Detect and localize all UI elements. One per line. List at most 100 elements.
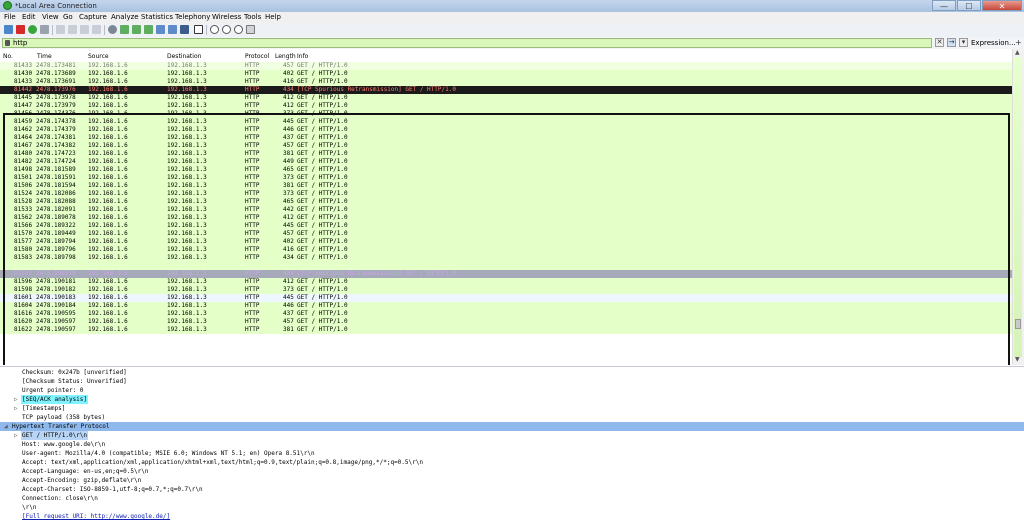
packet-row-selected[interactable]: 81442 2478.173976 192.168.1.6 192.168.1.3 HT…: [0, 86, 1012, 94]
detail-line[interactable]: ▷ [SEQ/ACK analysis]: [0, 395, 1024, 404]
packet-list-scrollbar[interactable]: ▲ ▼: [1012, 49, 1024, 365]
packet-row[interactable]: 81528 2478.182088 192.168.1.6 192.168.1.3 HT…: [0, 198, 1012, 206]
scroll-up-icon[interactable]: ▲: [1015, 49, 1020, 56]
packet-details[interactable]: Checksum: 0x247b [unverified] [Checksum S…: [0, 366, 1024, 527]
column-info[interactable]: Info: [297, 52, 308, 61]
column-source[interactable]: Source: [88, 52, 109, 61]
detail-line[interactable]: \r\n: [0, 503, 1024, 512]
packet-row[interactable]: 81580 2478.189796 192.168.1.6 192.168.1.3 HT…: [0, 246, 1012, 254]
close-button[interactable]: ✕: [982, 0, 1022, 11]
packet-row[interactable]: 81577 2478.189794 192.168.1.6 192.168.1.3 HT…: [0, 238, 1012, 246]
detail-line[interactable]: Host: www.google.de\r\n: [0, 440, 1024, 449]
expression-button[interactable]: Expression...: [971, 37, 1016, 49]
close-file-icon[interactable]: [80, 25, 89, 34]
menu-go[interactable]: Go: [63, 12, 73, 23]
start-capture-icon[interactable]: [4, 25, 13, 34]
packet-row[interactable]: 81501 2478.181591 192.168.1.6 192.168.1.3 HT…: [0, 174, 1012, 182]
open-file-icon[interactable]: [56, 25, 65, 34]
capture-options-icon[interactable]: [40, 25, 49, 34]
add-filter-button[interactable]: +: [1015, 37, 1022, 49]
go-back-icon[interactable]: [120, 25, 129, 34]
packet-row[interactable]: 81459 2478.174378 192.168.1.6 192.168.1.3 HT…: [0, 118, 1012, 126]
packet-row[interactable]: 81596 2478.190181 192.168.1.6 192.168.1.3 HT…: [0, 278, 1012, 286]
packet-row[interactable]: [0, 262, 1012, 270]
bookmark-icon[interactable]: [5, 40, 10, 46]
menu-analyze[interactable]: Analyze: [111, 12, 139, 23]
packet-row[interactable]: 81524 2478.182086 192.168.1.6 192.168.1.3 HT…: [0, 190, 1012, 198]
detail-line[interactable]: User-agent: Mozilla/4.0 (compatible; MSI…: [0, 449, 1024, 458]
column-length[interactable]: Length: [275, 52, 296, 61]
menu-help[interactable]: Help: [265, 12, 281, 23]
packet-row[interactable]: 81616 2478.190595 192.168.1.6 192.168.1.3 HT…: [0, 310, 1012, 318]
detail-line[interactable]: Accept-Charset: ISO-8859-1,utf-8;q=0.7,*…: [0, 485, 1024, 494]
packet-row[interactable]: 81592 2478.190179 192.168.1.6 192.168.1.3 HT…: [0, 270, 1012, 278]
packet-row[interactable]: 81447 2478.173979 192.168.1.6 192.168.1.3 HT…: [0, 102, 1012, 110]
menu-edit[interactable]: Edit: [22, 12, 36, 23]
go-to-packet-icon[interactable]: [144, 25, 153, 34]
zoom-out-icon[interactable]: [222, 25, 231, 34]
first-packet-icon[interactable]: [156, 25, 165, 34]
expanded-arrow-icon[interactable]: ◢: [4, 422, 8, 431]
packet-row[interactable]: 81480 2478.174723 192.168.1.6 192.168.1.3 HT…: [0, 150, 1012, 158]
packet-row[interactable]: 81456 2478.174376 192.168.1.6 192.168.1.3 HT…: [0, 110, 1012, 118]
packet-row[interactable]: 81562 2478.189078 192.168.1.6 192.168.1.3 HT…: [0, 214, 1012, 222]
packet-list[interactable]: No. Time Source Destination Protocol Len…: [0, 49, 1024, 365]
detail-line[interactable]: ◢ Hypertext Transfer Protocol: [0, 422, 1024, 431]
packet-row[interactable]: 81482 2478.174724 192.168.1.6 192.168.1.3 HT…: [0, 158, 1012, 166]
packet-row[interactable]: 81467 2478.174382 192.168.1.6 192.168.1.3 HT…: [0, 142, 1012, 150]
packet-row[interactable]: 81601 2478.190183 192.168.1.6 192.168.1.3 HT…: [0, 294, 1012, 302]
detail-line[interactable]: Checksum: 0x247b [unverified]: [0, 368, 1024, 377]
packet-row[interactable]: 81533 2478.182091 192.168.1.6 192.168.1.3 HT…: [0, 206, 1012, 214]
packet-row[interactable]: 81570 2478.189449 192.168.1.6 192.168.1.3 HT…: [0, 230, 1012, 238]
detail-line[interactable]: [Full request URI: http://www.google.de/…: [0, 512, 1024, 521]
last-packet-icon[interactable]: [168, 25, 177, 34]
display-filter-input[interactable]: http: [2, 38, 932, 48]
detail-line[interactable]: Accept: text/xml,application/xml,applica…: [0, 458, 1024, 467]
menu-telephony[interactable]: Telephony: [175, 12, 210, 23]
scroll-down-icon[interactable]: ▼: [1015, 356, 1020, 363]
stop-capture-icon[interactable]: [16, 25, 25, 34]
collapsed-arrow-icon[interactable]: ▷: [14, 404, 18, 413]
packet-row[interactable]: 81583 2478.189798 192.168.1.6 192.168.1.3 HT…: [0, 254, 1012, 262]
packet-row[interactable]: 81498 2478.181589 192.168.1.6 192.168.1.3 HT…: [0, 166, 1012, 174]
column-protocol[interactable]: Protocol: [245, 52, 269, 61]
menu-file[interactable]: File: [4, 12, 16, 23]
column-destination[interactable]: Destination: [167, 52, 201, 61]
scrollbar-thumb[interactable]: [1015, 319, 1021, 329]
detail-line[interactable]: Connection: close\r\n: [0, 494, 1024, 503]
resize-columns-icon[interactable]: [246, 25, 255, 34]
menu-capture[interactable]: Capture: [79, 12, 107, 23]
request-uri-link[interactable]: [Full request URI: http://www.google.de/…: [22, 512, 170, 521]
detail-line[interactable]: TCP payload (358 bytes): [0, 413, 1024, 422]
filter-dropdown-icon[interactable]: ▾: [959, 38, 968, 47]
packet-row[interactable]: 81462 2478.174379 192.168.1.6 192.168.1.3 HT…: [0, 126, 1012, 134]
packet-row[interactable]: 81566 2478.189322 192.168.1.6 192.168.1.3 HT…: [0, 222, 1012, 230]
apply-filter-icon[interactable]: →: [947, 38, 956, 47]
maximize-button[interactable]: ☐: [957, 0, 981, 11]
colorize-icon[interactable]: [194, 25, 203, 34]
go-forward-icon[interactable]: [132, 25, 141, 34]
reload-icon[interactable]: [92, 25, 101, 34]
column-time[interactable]: Time: [37, 52, 52, 61]
column-no[interactable]: No.: [3, 52, 13, 61]
detail-line[interactable]: Accept-Language: en-us,en;q=0.5\r\n: [0, 467, 1024, 476]
detail-line[interactable]: ▷ GET / HTTP/1.0\r\n: [0, 431, 1024, 440]
detail-line[interactable]: ▷ [Timestamps]: [0, 404, 1024, 413]
detail-line[interactable]: Accept-Encoding: gzip,deflate\r\n: [0, 476, 1024, 485]
detail-line[interactable]: [Checksum Status: Unverified]: [0, 377, 1024, 386]
packet-row[interactable]: 81433 2478.173481 192.168.1.6 192.168.1.3 HT…: [0, 62, 1012, 70]
zoom-in-icon[interactable]: [210, 25, 219, 34]
restart-capture-icon[interactable]: [28, 25, 37, 34]
packet-row[interactable]: 81445 2478.173978 192.168.1.6 192.168.1.3 HT…: [0, 94, 1012, 102]
autoscroll-icon[interactable]: [180, 25, 189, 34]
packet-row[interactable]: 81430 2478.173689 192.168.1.6 192.168.1.3 HT…: [0, 70, 1012, 78]
find-packet-icon[interactable]: [108, 25, 117, 34]
packet-row[interactable]: 81598 2478.190182 192.168.1.6 192.168.1.3 HT…: [0, 286, 1012, 294]
clear-filter-icon[interactable]: ✕: [935, 38, 944, 47]
collapsed-arrow-icon[interactable]: ▷: [14, 431, 18, 440]
menu-statistics[interactable]: Statistics: [141, 12, 173, 23]
packet-row[interactable]: 81433 2478.173691 192.168.1.6 192.168.1.3 HT…: [0, 78, 1012, 86]
packet-row[interactable]: 81622 2478.190597 192.168.1.6 192.168.1.3 HT…: [0, 326, 1012, 334]
packet-row[interactable]: 81506 2478.181594 192.168.1.6 192.168.1.3 HT…: [0, 182, 1012, 190]
menu-tools[interactable]: Tools: [244, 12, 261, 23]
